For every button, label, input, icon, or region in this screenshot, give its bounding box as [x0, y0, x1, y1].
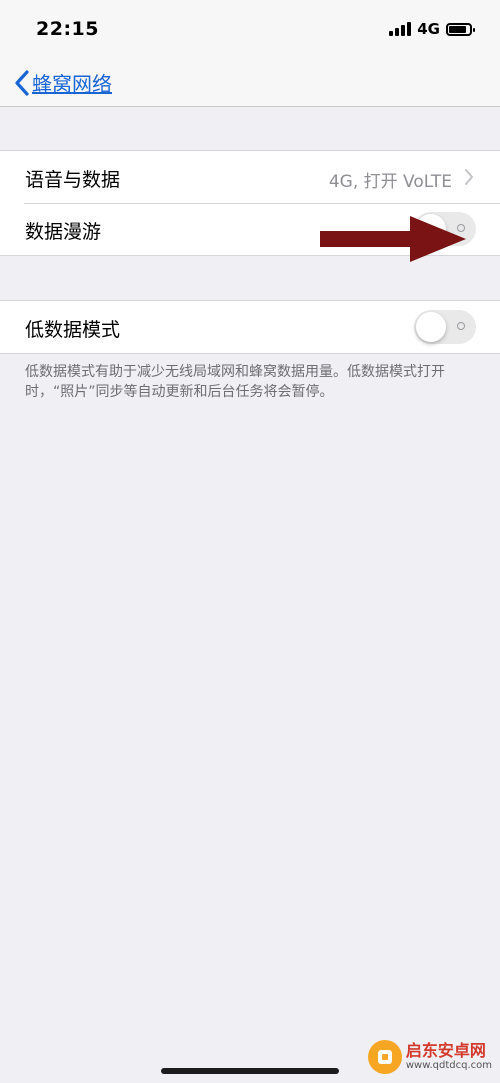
status-indicators: 4G: [389, 18, 475, 40]
network-type-label: 4G: [417, 20, 440, 38]
watermark-title: 启东安卓网: [405, 1041, 486, 1060]
settings-group-low-data: 低数据模式: [0, 300, 500, 354]
status-time: 22:15: [36, 18, 99, 40]
low-data-mode-label: 低数据模式: [25, 319, 121, 341]
chevron-right-icon: [465, 169, 473, 185]
voice-data-label: 语音与数据: [25, 169, 121, 191]
low-data-mode-description: 低数据模式有助于减少无线局域网和蜂窝数据用量。低数据模式打开时，“照片”同步等自…: [25, 364, 445, 400]
voice-data-value: 4G, 打开 VoLTE: [328, 172, 452, 192]
low-data-mode-toggle[interactable]: [414, 310, 476, 344]
chevron-left-icon: [15, 69, 29, 96]
annotation-arrow-icon: [320, 216, 466, 262]
battery-icon: [446, 22, 475, 36]
cellular-signal-icon: [389, 22, 413, 36]
low-data-mode-row: 低数据模式: [0, 301, 500, 353]
voice-data-row[interactable]: 语音与数据 4G, 打开 VoLTE: [0, 151, 500, 203]
status-bar: 22:15 4G: [0, 0, 500, 60]
navigation-bar: 蜂窝网络: [0, 60, 500, 107]
back-label: 蜂窝网络: [32, 72, 112, 96]
back-button[interactable]: 蜂窝网络: [14, 68, 112, 97]
watermark-url: www.qdtdcq.com: [405, 1060, 492, 1071]
site-watermark: 启东安卓网 www.qdtdcq.com: [367, 1040, 492, 1074]
watermark-logo-icon: [367, 1040, 402, 1074]
toggle-knob: [416, 312, 446, 342]
toggle-off-indicator-icon: [457, 322, 465, 330]
home-indicator[interactable]: [161, 1068, 339, 1074]
data-roaming-label: 数据漫游: [25, 221, 102, 243]
